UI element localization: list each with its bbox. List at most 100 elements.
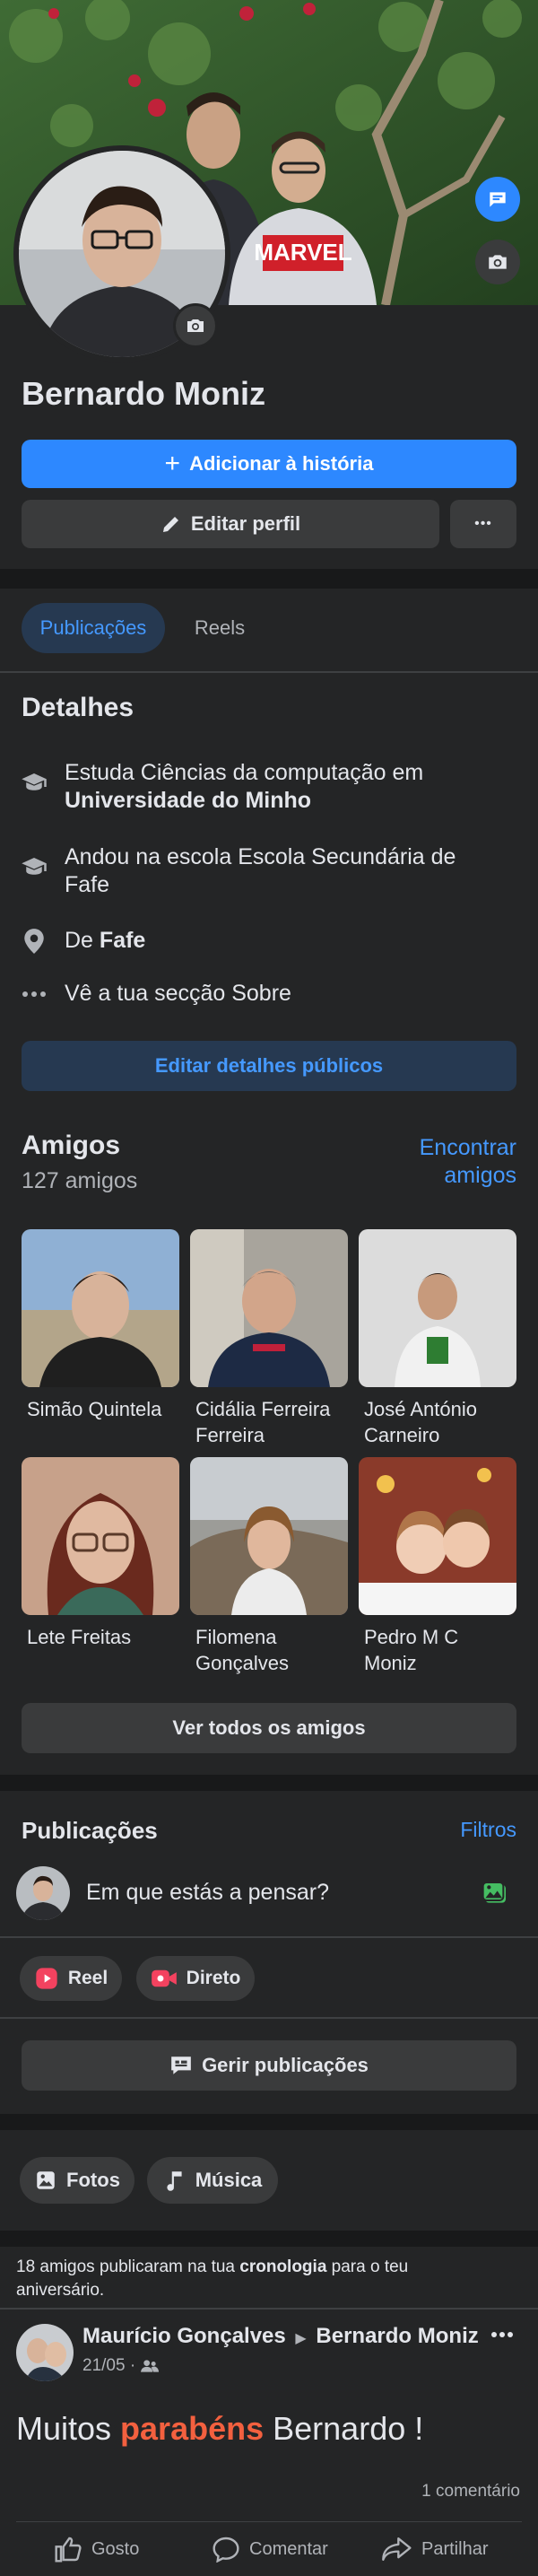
study-prefix: Estuda Ciências da computação em: [65, 760, 424, 785]
profile-more-button[interactable]: •••: [450, 500, 516, 548]
see-all-friends-button[interactable]: Ver todos os amigos: [22, 1703, 516, 1753]
share-button[interactable]: Partilhar: [382, 2536, 488, 2563]
friend-name-3[interactable]: José António Carneiro: [364, 1396, 522, 1448]
camera-icon: [489, 255, 507, 269]
photos-chip[interactable]: Fotos: [20, 2157, 134, 2204]
friends-count: 127 amigos: [22, 1168, 138, 1193]
edit-public-details-label: Editar detalhes públicos: [154, 1054, 384, 1077]
composer-input[interactable]: Em que estás a pensar?: [86, 1880, 329, 1906]
friend-name-1[interactable]: Simão Quintela: [27, 1396, 185, 1422]
school-line1: Andou na escola Escola Secundária de: [65, 844, 456, 869]
friend-photo-2[interactable]: [190, 1229, 348, 1387]
detail-school: Andou na escola Escola Secundária de Faf…: [20, 843, 513, 899]
add-to-story-label: Adicionar à história: [189, 452, 374, 475]
post-options-button[interactable]: [484, 2324, 520, 2345]
reel-chip[interactable]: Reel: [20, 1956, 122, 2001]
live-video-icon: [151, 1969, 177, 1987]
profile-name: Bernardo Moniz: [22, 375, 266, 412]
post-avatar[interactable]: [16, 2324, 74, 2381]
graduation-cap-icon: [20, 768, 48, 797]
friend-photo-6[interactable]: [359, 1457, 516, 1615]
post-text-before: Muitos: [16, 2410, 112, 2447]
add-to-story-button[interactable]: + Adicionar à história: [22, 440, 516, 488]
music-chip[interactable]: Música: [147, 2157, 278, 2204]
details-title: Detalhes: [22, 693, 134, 722]
graduation-cap-icon: [20, 852, 48, 881]
post-comment-count[interactable]: 1 comentário: [421, 2482, 520, 2502]
school-line2[interactable]: Fafe: [65, 872, 109, 897]
filters-link[interactable]: Filtros: [460, 1818, 516, 1842]
tab-reels-label: Reels: [194, 616, 246, 639]
friend-name-5[interactable]: Filomena Gonçalves: [195, 1624, 353, 1676]
friend-photo-5[interactable]: [190, 1457, 348, 1615]
photos-icon: [37, 2171, 55, 2189]
section-divider: [0, 1775, 538, 1791]
birthday-notice[interactable]: 18 amigos publicaram na tua cronologia p…: [16, 2256, 518, 2302]
like-button[interactable]: Gosto: [54, 2536, 139, 2563]
friend-name-2-line1: Cidália Ferreira: [195, 1398, 331, 1420]
live-chip[interactable]: Direto: [136, 1956, 255, 2001]
friend-name-3-line1: José António: [364, 1398, 477, 1420]
composer-avatar[interactable]: [16, 1866, 70, 1920]
birthday-suffix: para o teu: [331, 2257, 409, 2276]
about-link[interactable]: Vê a tua secção Sobre: [65, 980, 513, 1008]
study-place[interactable]: Universidade do Minho: [65, 788, 311, 813]
friend-name-6-line1: Pedro M C: [364, 1626, 459, 1648]
manage-posts-label: Gerir publicações: [202, 2054, 369, 2076]
post-text-after: Bernardo !: [273, 2410, 424, 2447]
friend-name-4[interactable]: Lete Freitas: [27, 1624, 185, 1650]
comment-button[interactable]: Comentar: [212, 2536, 328, 2563]
photos-label: Fotos: [66, 2169, 120, 2191]
friend-name-5-line2: Gonçalves: [195, 1652, 289, 1674]
cover-messenger-button[interactable]: [475, 177, 520, 222]
friend-name-4-line1: Lete Freitas: [27, 1626, 132, 1648]
friend-photo-3[interactable]: [359, 1229, 516, 1387]
post-meta: 21/05 ·: [82, 2356, 160, 2376]
live-label: Direto: [186, 1968, 241, 1988]
detail-study: Estuda Ciências da computação em Univers…: [20, 759, 495, 815]
edit-profile-picture-button[interactable]: [173, 303, 218, 348]
manage-posts-button[interactable]: Gerir publicações: [22, 2040, 516, 2091]
friend-name-5-line1: Filomena: [195, 1626, 277, 1648]
reel-label: Reel: [67, 1968, 108, 1988]
birthday-line2: aniversário.: [16, 2281, 105, 2300]
post-author[interactable]: Maurício Gonçalves: [82, 2324, 286, 2348]
detail-from: De Fafe: [20, 927, 513, 956]
location-pin-icon: [20, 927, 48, 956]
from-place[interactable]: Fafe: [100, 928, 145, 953]
tabs-divider: [0, 671, 538, 673]
post-target[interactable]: Bernardo Moniz: [316, 2324, 478, 2348]
tab-publicacoes[interactable]: Publicações: [22, 603, 165, 653]
manage-posts-icon: [171, 2056, 191, 2074]
plus-icon: +: [164, 449, 181, 478]
edit-public-details-button[interactable]: Editar detalhes públicos: [22, 1041, 516, 1091]
share-arrow-icon: [382, 2537, 412, 2561]
photo-upload-icon[interactable]: [481, 1879, 509, 1912]
edit-profile-button[interactable]: Editar perfil: [22, 500, 439, 548]
friend-photo-4[interactable]: [22, 1457, 179, 1615]
music-label: Música: [195, 2169, 263, 2191]
post-date[interactable]: 21/05 ·: [82, 2356, 135, 2376]
section-divider: [0, 569, 538, 589]
more-dots-icon: •••: [474, 516, 492, 531]
friend-name-2[interactable]: Cidália Ferreira Ferreira: [195, 1396, 353, 1448]
find-friends-line1: Encontrar: [419, 1135, 516, 1160]
edit-cover-button[interactable]: [475, 240, 520, 284]
section-divider: [0, 2114, 538, 2130]
friend-photo-1[interactable]: [22, 1229, 179, 1387]
friend-name-1-line1: Simão Quintela: [27, 1398, 162, 1420]
share-label: Partilhar: [421, 2538, 489, 2559]
like-label: Gosto: [91, 2538, 140, 2559]
from-prefix: De: [65, 928, 93, 953]
see-all-friends-label: Ver todos os amigos: [172, 1716, 366, 1739]
friend-name-6[interactable]: Pedro M C Moniz: [364, 1624, 522, 1676]
find-friends-link[interactable]: Encontrar amigos: [420, 1134, 516, 1190]
comment-label: Comentar: [249, 2538, 328, 2559]
reel-icon: [36, 1968, 57, 1989]
more-horizontal-icon: [20, 980, 48, 1009]
detail-about[interactable]: Vê a tua secção Sobre: [20, 980, 513, 1009]
find-friends-line2: amigos: [444, 1163, 516, 1188]
friends-audience-icon: [141, 2360, 160, 2372]
friends-title: Amigos: [22, 1131, 121, 1160]
tab-reels[interactable]: Reels: [179, 603, 260, 653]
